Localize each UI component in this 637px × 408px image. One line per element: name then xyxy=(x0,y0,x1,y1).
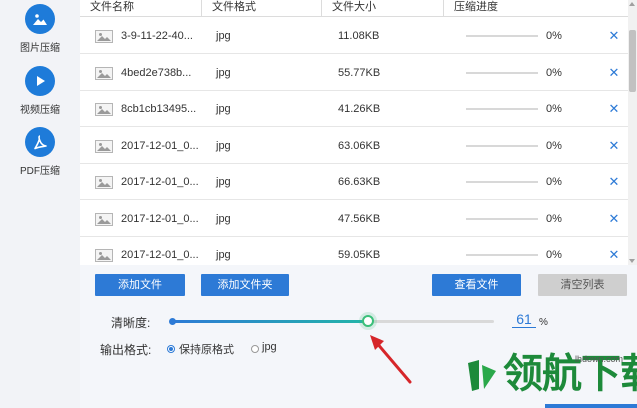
file-name-cell: 4bed2e738b... xyxy=(121,66,192,79)
add-folder-button[interactable]: 添加文件夹 xyxy=(201,274,289,296)
progress-percent-cell: 0% xyxy=(546,249,562,261)
file-format-cell: jpg xyxy=(216,212,231,225)
image-thumbnail-icon xyxy=(95,139,113,153)
progress-percent-cell: 0% xyxy=(546,66,562,79)
scroll-down-arrow-icon[interactable] xyxy=(629,259,635,263)
image-thumbnail-icon xyxy=(95,176,113,189)
delete-row-icon[interactable]: ✕ xyxy=(607,55,621,91)
quality-slider[interactable] xyxy=(169,315,494,327)
file-size-cell: 55.77KB xyxy=(338,66,381,79)
view-file-button[interactable]: 查看文件 xyxy=(432,274,521,296)
file-size-cell: 59.05KB xyxy=(338,249,381,261)
corner-accent-bar xyxy=(545,404,637,408)
column-header-size: 文件大小 xyxy=(321,0,443,17)
table-header: 文件名称 文件格式 文件大小 压缩进度 xyxy=(80,0,628,17)
sidebar: 图片压缩 视频压缩 PDF压缩 xyxy=(0,0,80,408)
sidebar-item-pdf-compress[interactable]: PDF压缩 xyxy=(0,127,80,177)
file-name-cell: 2017-12-01_0... xyxy=(121,176,199,188)
quality-slider-fill xyxy=(172,320,369,323)
column-header-name: 文件名称 xyxy=(90,1,134,13)
file-size-cell: 47.56KB xyxy=(338,212,381,225)
file-name-cell: 2017-12-01_0... xyxy=(121,212,199,225)
scroll-thumb[interactable] xyxy=(629,30,636,92)
file-size-cell: 63.06KB xyxy=(338,139,381,152)
sidebar-item-label: 视频压缩 xyxy=(20,105,60,116)
radio-keep-original-format[interactable] xyxy=(167,345,175,353)
pdf-acrobat-icon xyxy=(25,127,55,157)
file-format-cell: jpg xyxy=(216,249,231,261)
file-size-cell: 66.63KB xyxy=(338,176,381,188)
annotation-arrow-icon xyxy=(370,335,412,384)
sidebar-item-video-compress[interactable]: 视频压缩 xyxy=(0,66,80,116)
image-thumbnail-icon xyxy=(95,212,113,226)
table-row[interactable]: 2017-12-01_0... jpg 66.63KB 0% ✕ xyxy=(80,164,628,200)
quality-slider-start-dot xyxy=(169,318,176,325)
delete-row-icon[interactable]: ✕ xyxy=(607,128,621,164)
watermark-url: lhdown.com xyxy=(575,354,624,364)
table-row[interactable]: 4bed2e738b... jpg 55.77KB 0% ✕ xyxy=(80,55,628,91)
table-row[interactable]: 2017-12-01_0... jpg 63.06KB 0% ✕ xyxy=(80,128,628,164)
file-table: 文件名称 文件格式 文件大小 压缩进度 3-9-11-22-40... jpg 11… xyxy=(80,0,637,265)
progress-percent-cell: 0% xyxy=(546,30,562,42)
file-name-cell: 3-9-11-22-40... xyxy=(121,30,193,42)
sidebar-item-label: 图片压缩 xyxy=(20,43,60,54)
progress-bar xyxy=(466,254,538,256)
progress-percent-cell: 0% xyxy=(546,139,562,152)
quality-value-input[interactable]: 61 xyxy=(512,311,536,328)
quality-unit: % xyxy=(539,317,548,328)
table-row[interactable]: 2017-12-01_0... jpg 59.05KB 0% ✕ xyxy=(80,237,628,265)
delete-row-icon[interactable]: ✕ xyxy=(607,237,621,265)
video-play-icon xyxy=(25,66,55,96)
file-format-cell: jpg xyxy=(216,176,231,188)
radio-jpg-format[interactable] xyxy=(251,345,259,353)
watermark-logo-icon xyxy=(468,360,496,391)
image-thumbnail-icon xyxy=(95,103,113,116)
sidebar-item-image-compress[interactable]: 图片压缩 xyxy=(0,4,80,54)
delete-row-icon[interactable]: ✕ xyxy=(607,18,621,54)
quality-label: 清晰度: xyxy=(111,316,151,330)
file-format-cell: jpg xyxy=(216,139,231,152)
table-row[interactable]: 8cb1cb13495... jpg 41.26KB 0% ✕ xyxy=(80,91,628,127)
table-row[interactable]: 2017-12-01_0... jpg 47.56KB 0% ✕ xyxy=(80,201,628,237)
progress-bar xyxy=(466,71,538,74)
output-format-label: 输出格式: xyxy=(100,343,152,357)
image-thumbnail-icon xyxy=(95,249,113,262)
progress-bar xyxy=(466,217,538,220)
image-thumbnail-icon xyxy=(95,66,113,80)
file-format-cell: jpg xyxy=(216,30,231,42)
radio-label-jpg[interactable]: jpg xyxy=(262,341,277,353)
column-header-progress: 压缩进度 xyxy=(443,0,628,17)
file-format-cell: jpg xyxy=(216,103,231,115)
progress-percent-cell: 0% xyxy=(546,212,562,225)
progress-percent-cell: 0% xyxy=(546,176,562,188)
progress-percent-cell: 0% xyxy=(546,103,562,115)
file-format-cell: jpg xyxy=(216,66,231,79)
add-file-button[interactable]: 添加文件 xyxy=(95,274,185,296)
file-size-cell: 41.26KB xyxy=(338,103,381,115)
progress-bar xyxy=(466,181,538,183)
progress-bar xyxy=(466,144,538,147)
image-compress-icon xyxy=(25,4,55,34)
table-scrollbar[interactable] xyxy=(628,0,637,265)
clear-list-button[interactable]: 清空列表 xyxy=(538,274,627,296)
delete-row-icon[interactable]: ✕ xyxy=(607,164,621,200)
delete-row-icon[interactable]: ✕ xyxy=(607,91,621,127)
file-name-cell: 8cb1cb13495... xyxy=(121,103,197,115)
progress-bar xyxy=(466,35,538,37)
image-thumbnail-icon xyxy=(95,30,113,43)
radio-label-keep-original[interactable]: 保持原格式 xyxy=(179,341,234,357)
quality-slider-handle[interactable] xyxy=(362,315,375,327)
sidebar-item-label: PDF压缩 xyxy=(20,166,60,177)
file-name-cell: 2017-12-01_0... xyxy=(121,249,199,261)
delete-row-icon[interactable]: ✕ xyxy=(607,201,621,237)
table-row[interactable]: 3-9-11-22-40... jpg 11.08KB 0% ✕ xyxy=(80,18,628,54)
scroll-up-arrow-icon[interactable] xyxy=(629,2,635,6)
progress-bar xyxy=(466,108,538,110)
column-header-format: 文件格式 xyxy=(201,0,321,17)
file-size-cell: 11.08KB xyxy=(338,30,380,42)
file-name-cell: 2017-12-01_0... xyxy=(121,139,199,152)
